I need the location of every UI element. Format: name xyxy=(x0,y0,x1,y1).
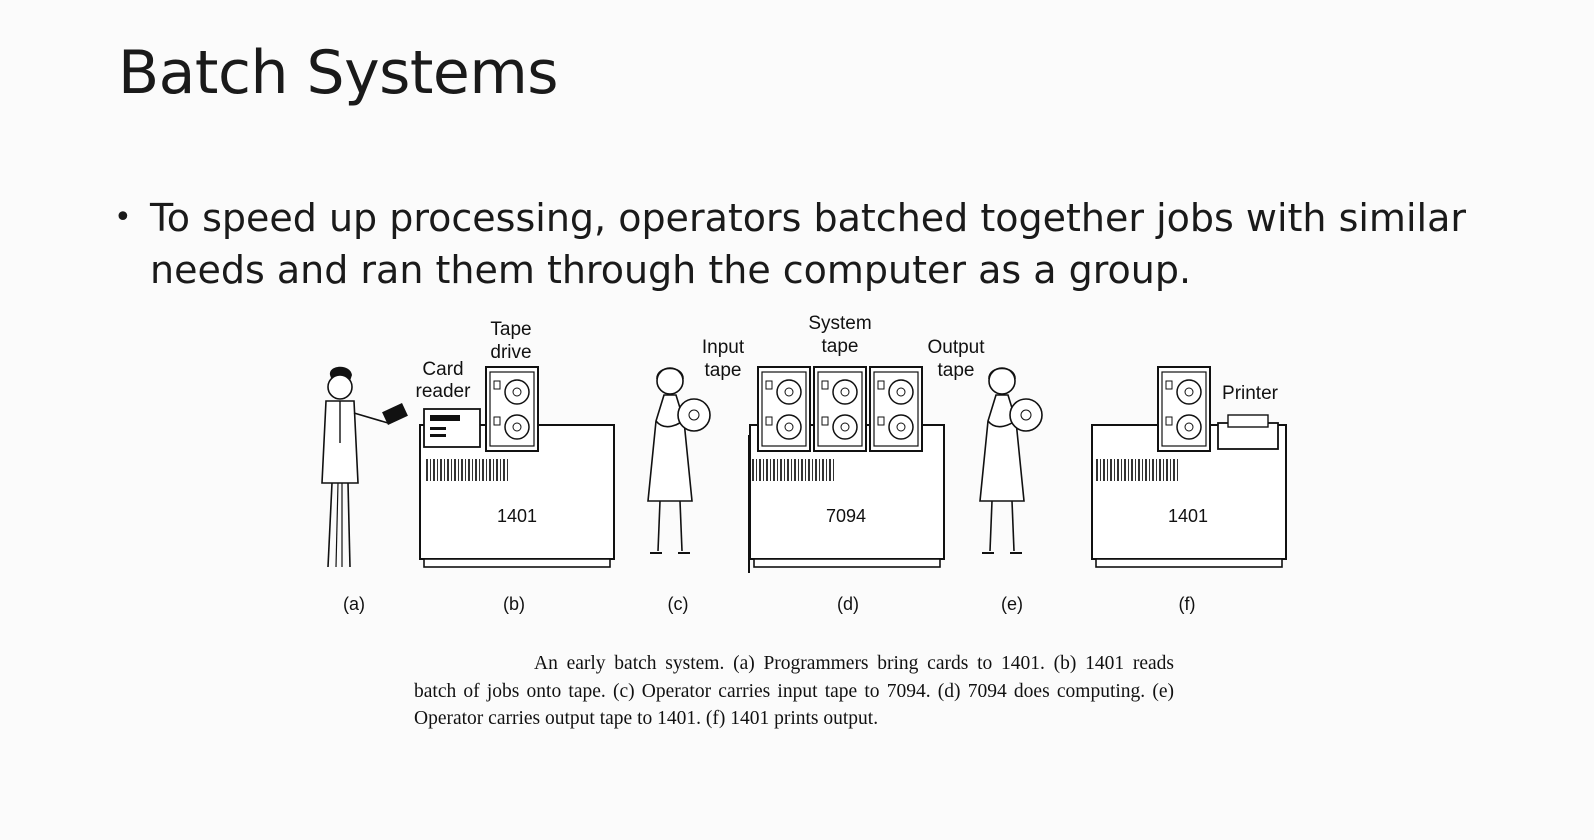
tape-drive-device xyxy=(485,366,539,452)
label-card-reader-2: reader xyxy=(416,381,472,402)
tape-drive-right xyxy=(1157,366,1211,452)
panel-letter-d: (d) xyxy=(837,594,859,614)
label-card-reader-1: Card xyxy=(422,359,463,380)
tape-unit-3 xyxy=(869,366,923,452)
figure-caption: An early batch system. (a) Programmers b… xyxy=(414,650,1174,733)
programmer-figure xyxy=(321,366,408,568)
slide-title: Batch Systems xyxy=(118,38,559,108)
panel-letter-a: (a) xyxy=(343,594,365,614)
operator-input-figure xyxy=(647,367,711,554)
batch-system-illustration: 1401 Card reader Tape drive Input tape 7… xyxy=(321,313,1287,614)
panel-letter-b: (b) xyxy=(503,594,525,614)
batch-system-figure: 1401 Card reader Tape drive Input tape 7… xyxy=(300,305,1300,625)
panel-letter-c: (c) xyxy=(668,594,689,614)
bullet-icon: • xyxy=(114,200,132,235)
label-tape-drive-1: Tape xyxy=(490,319,531,340)
label-output-tape-1: Output xyxy=(927,337,985,358)
card-reader-device xyxy=(423,408,481,448)
printer-device xyxy=(1217,414,1279,450)
machine-label-right: 1401 xyxy=(1168,506,1208,526)
caption-text: An early batch system. (a) Programmers b… xyxy=(414,653,1174,729)
label-system-tape-2: tape xyxy=(822,336,859,357)
bullet-point: • To speed up processing, operators batc… xyxy=(110,192,1530,296)
bullet-text: To speed up processing, operators batche… xyxy=(150,196,1466,292)
label-tape-drive-2: drive xyxy=(490,342,531,363)
label-output-tape-2: tape xyxy=(938,360,975,381)
panel-letter-e: (e) xyxy=(1001,594,1023,614)
machine-label-middle: 7094 xyxy=(826,506,866,526)
tape-unit-2 xyxy=(813,366,867,452)
operator-output-figure xyxy=(979,367,1043,554)
panel-letter-f: (f) xyxy=(1179,594,1196,614)
label-input-tape-2: tape xyxy=(705,360,742,381)
tape-unit-1 xyxy=(757,366,811,452)
label-input-tape-1: Input xyxy=(702,337,745,358)
machine-label-left: 1401 xyxy=(497,506,537,526)
label-printer: Printer xyxy=(1222,383,1279,404)
label-system-tape-1: System xyxy=(808,313,871,334)
